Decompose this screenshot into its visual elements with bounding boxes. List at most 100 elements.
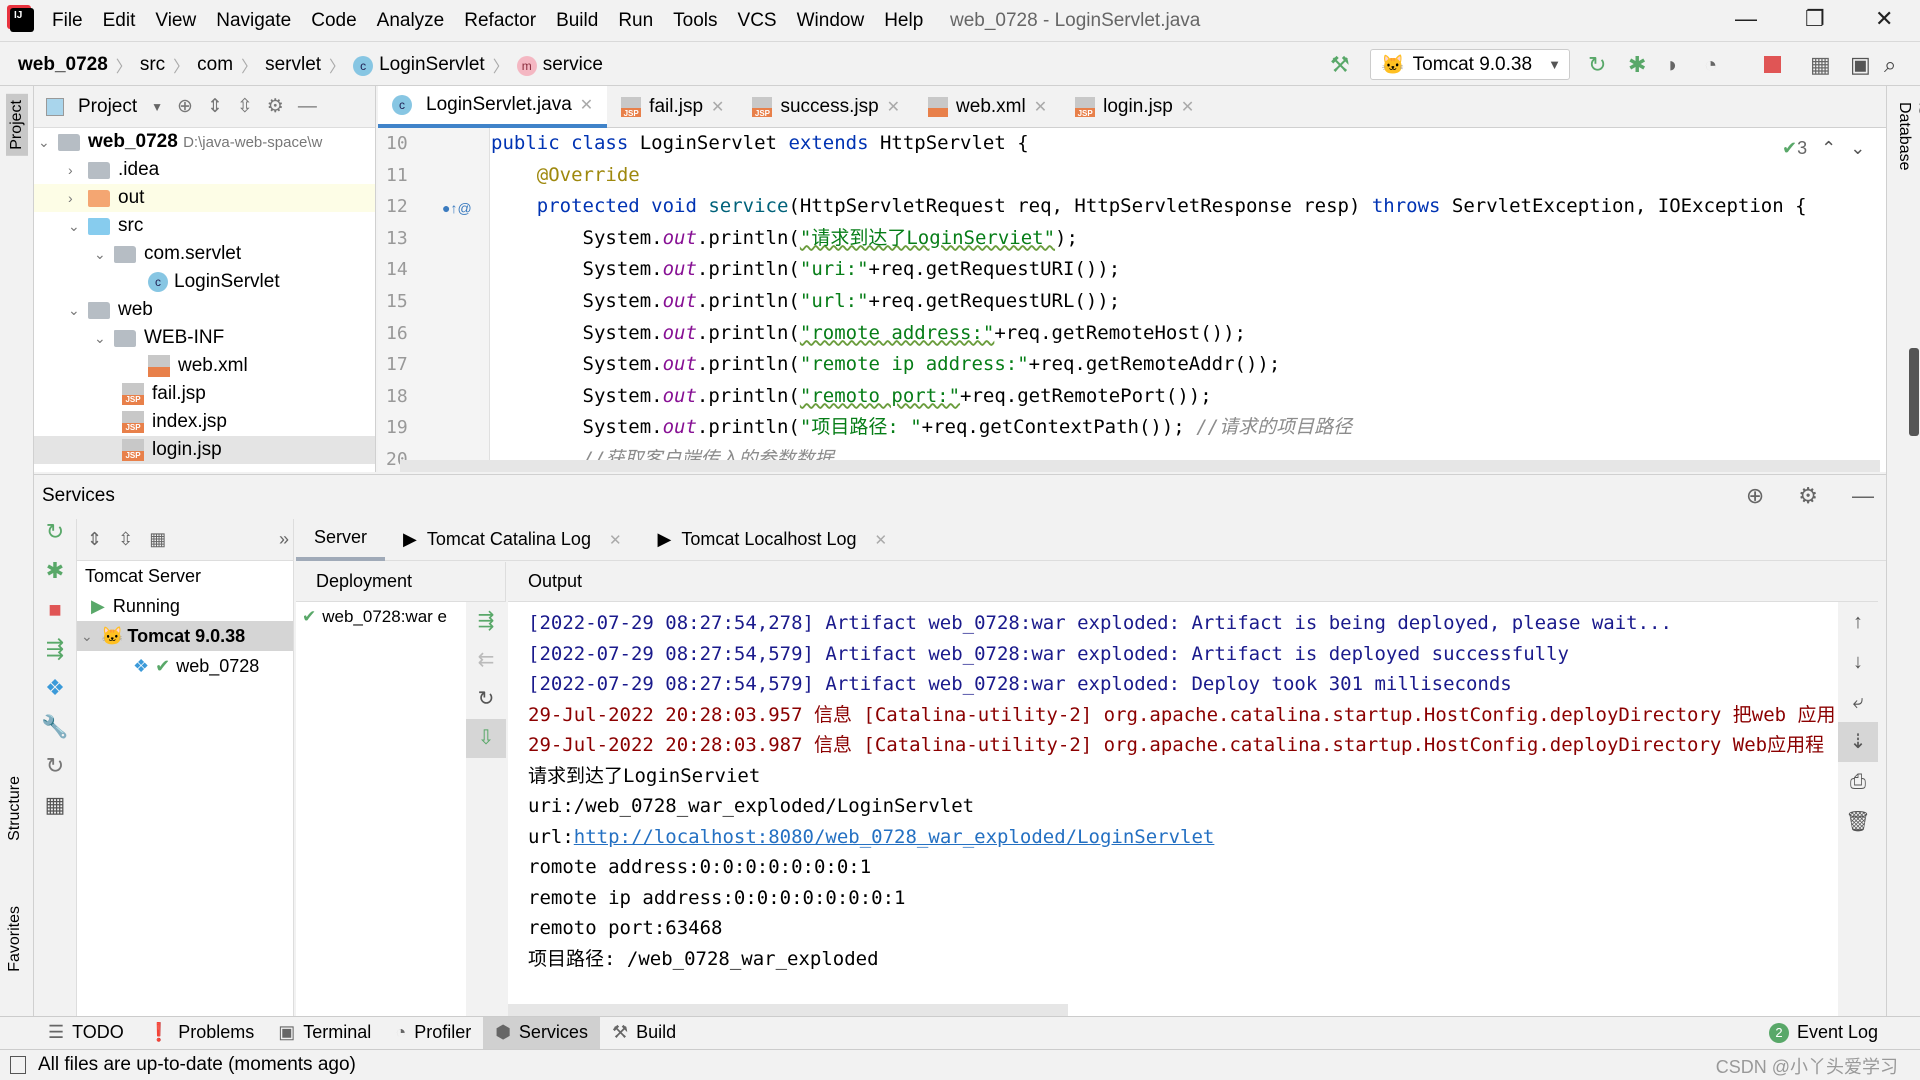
download-icon[interactable]: ⇩	[466, 719, 506, 758]
services-tab-tomcat-catalina-log[interactable]: ▶ Tomcat Catalina Log ✕	[385, 519, 640, 561]
tree-item-package[interactable]: ⌄ com.servlet	[34, 240, 375, 268]
profile-icon[interactable]: ◔	[1704, 52, 1717, 78]
locate-icon[interactable]: ⊕	[177, 95, 193, 118]
tab-LoginServlet-java[interactable]: c LoginServlet.java ✕	[378, 85, 608, 128]
menu-analyze[interactable]: Analyze	[377, 10, 445, 32]
close-icon[interactable]: ✕	[887, 97, 900, 117]
hide-icon[interactable]: —	[298, 96, 317, 118]
tree-item-out[interactable]: › out	[34, 184, 375, 212]
rerun-icon[interactable]: ↻	[1588, 52, 1606, 78]
refresh-icon[interactable]: ↻	[466, 680, 506, 719]
close-icon[interactable]: ✕	[1034, 97, 1047, 117]
menu-run[interactable]: Run	[618, 10, 653, 32]
stop-icon[interactable]	[1764, 56, 1781, 73]
horizontal-scrollbar[interactable]	[508, 1004, 1068, 1016]
breadcrumb-src[interactable]: src	[140, 54, 165, 76]
favorites-tool-button[interactable]: Favorites	[6, 906, 24, 972]
deploy-icon[interactable]: ⇶	[34, 636, 76, 675]
chevron-down-icon[interactable]: ▼	[151, 100, 163, 114]
database-tool-button[interactable]: ≋ Database	[1895, 102, 1920, 171]
wrench-icon[interactable]: 🔧	[34, 714, 76, 753]
menu-refactor[interactable]: Refactor	[464, 10, 536, 32]
tree-item-web[interactable]: ⌄ web	[34, 296, 375, 324]
breadcrumb-class[interactable]: c LoginServlet	[353, 54, 485, 76]
tool-button-problems[interactable]: ❗ Problems	[136, 1017, 266, 1049]
gear-icon[interactable]: ⚙	[267, 95, 284, 118]
breadcrumb-project[interactable]: web_0728	[18, 54, 108, 76]
tree-item-artifact[interactable]: ❖ ✔ web_0728	[77, 651, 293, 681]
tab-web-xml[interactable]: web.xml ✕	[914, 86, 1061, 128]
tree-item-tomcat[interactable]: ⌄ 🐱 Tomcat 9.0.38	[77, 621, 293, 651]
tool-button-services[interactable]: ⬢ Services	[483, 1016, 600, 1049]
close-icon[interactable]: ✕	[1181, 97, 1194, 117]
output-link[interactable]: http://localhost:8080/web_0728_war_explo…	[574, 826, 1215, 848]
breadcrumb-servlet[interactable]: servlet	[265, 54, 321, 76]
tool-button-todo[interactable]: ☰ TODO	[36, 1017, 136, 1049]
restore-button[interactable]: ❐	[1805, 6, 1825, 32]
arrow-up-icon[interactable]: ↑	[1838, 602, 1878, 642]
chevron-up-icon[interactable]: ⌃	[1821, 138, 1836, 159]
code-area[interactable]: public class LoginServlet extends HttpSe…	[491, 128, 1881, 476]
menu-view[interactable]: View	[155, 10, 196, 32]
debug-icon[interactable]: ✱	[34, 558, 76, 597]
tab-success-jsp[interactable]: JSP success.jsp ✕	[738, 86, 914, 128]
build-hammer-icon[interactable]: ⚒	[1330, 52, 1350, 78]
debug-icon[interactable]: ✱	[1628, 52, 1646, 78]
menu-vcs[interactable]: VCS	[738, 10, 777, 32]
scroll-to-end-icon[interactable]: ⇣	[1838, 722, 1878, 762]
tree-item-root[interactable]: ⌄ web_0728 D:\java-web-space\w	[34, 128, 375, 156]
menu-tools[interactable]: Tools	[673, 10, 717, 32]
tree-item-webinf[interactable]: ⌄ WEB-INF	[34, 324, 375, 352]
menu-file[interactable]: File	[52, 10, 83, 32]
collapse-all-icon[interactable]: ⇳	[237, 95, 253, 118]
tree-item-webxml[interactable]: web.xml	[34, 352, 375, 380]
close-icon[interactable]: ✕	[711, 97, 724, 117]
tree-item-src[interactable]: ⌄ src	[34, 212, 375, 240]
horizontal-scrollbar[interactable]	[400, 460, 1880, 472]
search-icon[interactable]: ⌕	[1884, 52, 1896, 78]
artifacts-icon[interactable]: ❖	[34, 675, 76, 714]
stop-icon[interactable]: ■	[34, 597, 76, 636]
menu-help[interactable]: Help	[884, 10, 923, 32]
output-console[interactable]: Output [2022-07-29 08:27:54,278] Artifac…	[508, 562, 1878, 1017]
terminal-run-icon[interactable]: ▣	[1850, 52, 1871, 78]
menu-edit[interactable]: Edit	[103, 10, 136, 32]
services-tab-server[interactable]: Server	[296, 519, 386, 561]
tree-item-loginservlet[interactable]: c LoginServlet	[34, 268, 375, 296]
tool-button-terminal[interactable]: ▣ Terminal	[266, 1017, 383, 1049]
project-tool-button[interactable]: Project	[6, 94, 28, 156]
tree-item-idea[interactable]: › .idea	[34, 156, 375, 184]
locate-icon[interactable]: ⊕	[1746, 483, 1764, 509]
menu-window[interactable]: Window	[797, 10, 865, 32]
deploy-icon[interactable]: ⇶	[466, 602, 506, 641]
tool-button-build[interactable]: ⚒ Build	[600, 1017, 688, 1049]
tool-button-profiler[interactable]: ◔ Profiler	[383, 1017, 483, 1049]
breadcrumb-method[interactable]: m service	[516, 54, 603, 76]
tab-login-jsp[interactable]: JSP login.jsp ✕	[1061, 86, 1208, 128]
structure-tool-button[interactable]: Structure	[6, 776, 24, 841]
expand-all-icon[interactable]: ⇕	[87, 529, 102, 550]
event-log-button[interactable]: 2 Event Log	[1757, 1017, 1890, 1049]
coverage-icon[interactable]: ◗	[1666, 52, 1679, 78]
soft-wrap-icon[interactable]: ⤶	[1838, 682, 1878, 722]
chevron-down-icon[interactable]: ⌄	[1850, 138, 1865, 159]
run-configuration-select[interactable]: 🐱 Tomcat 9.0.38 ▼	[1370, 49, 1570, 80]
more-icon[interactable]: »	[279, 529, 289, 550]
gear-icon[interactable]: ⚙	[1798, 483, 1818, 509]
status-icon[interactable]	[10, 1056, 26, 1074]
layout-icon[interactable]: ▦	[34, 792, 76, 831]
undeploy-icon[interactable]: ⇇	[466, 641, 506, 680]
tree-item-loginjsp[interactable]: JSP login.jsp	[34, 436, 375, 464]
refresh-icon[interactable]: ↻	[34, 753, 76, 792]
close-button[interactable]: ✕	[1875, 6, 1893, 32]
expand-all-icon[interactable]: ⇕	[207, 95, 223, 118]
tree-item-indexjsp[interactable]: JSP index.jsp	[34, 408, 375, 436]
group-icon[interactable]: ▦	[149, 529, 166, 550]
project-structure-icon[interactable]: ▦	[1810, 52, 1831, 78]
arrow-down-icon[interactable]: ↓	[1838, 642, 1878, 682]
rerun-icon[interactable]: ↻	[34, 519, 76, 558]
tree-item-tomcat-server[interactable]: Tomcat Server	[77, 561, 293, 591]
close-icon[interactable]: ✕	[874, 531, 887, 549]
project-view-select[interactable]: Project	[78, 96, 137, 118]
close-icon[interactable]: ✕	[580, 95, 593, 115]
